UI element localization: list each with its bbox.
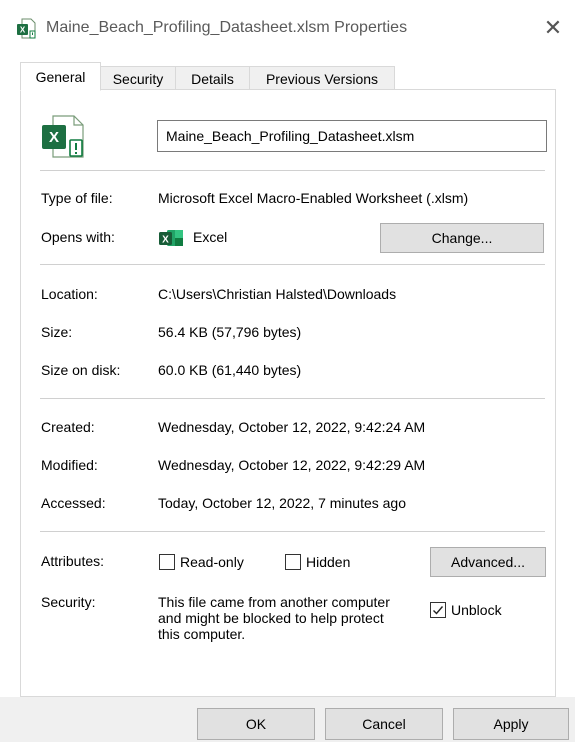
tab-previous-versions[interactable]: Previous Versions [249, 66, 395, 90]
tab-security[interactable]: Security [100, 66, 176, 90]
size-on-disk-value: 60.0 KB (61,440 bytes) [158, 362, 302, 378]
size-label: Size: [41, 324, 73, 340]
accessed-value: Today, October 12, 2022, 7 minutes ago [158, 495, 407, 511]
attributes-label: Attributes: [41, 553, 105, 569]
separator [40, 398, 545, 399]
size-value: 56.4 KB (57,796 bytes) [158, 324, 302, 340]
cancel-button-label: Cancel [362, 716, 406, 732]
excel-macro-file-icon: X [42, 115, 84, 158]
hidden-checkbox[interactable] [285, 554, 301, 570]
tab-details-label: Details [191, 70, 234, 87]
separator [40, 531, 545, 532]
security-message: This file came from another computer and… [158, 594, 428, 642]
security-message-line: and might be blocked to help protect [158, 610, 384, 626]
svg-text:X: X [20, 26, 26, 35]
readonly-label: Read-only [180, 554, 244, 570]
tab-previous-versions-label: Previous Versions [265, 70, 379, 87]
security-message-line: This file came from another computer [158, 594, 390, 610]
tab-details[interactable]: Details [175, 66, 250, 90]
advanced-button[interactable]: Advanced... [430, 547, 546, 577]
change-button-label: Change... [431, 230, 493, 246]
accessed-label: Accessed: [41, 495, 106, 511]
tab-general-label: General [35, 68, 86, 85]
checkmark-icon [433, 606, 444, 615]
cancel-button[interactable]: Cancel [325, 708, 443, 740]
type-of-file-value: Microsoft Excel Macro-Enabled Worksheet … [158, 190, 469, 206]
tab-general[interactable]: General [20, 62, 101, 91]
security-message-line: this computer. [158, 626, 246, 642]
unblock-checkbox[interactable] [430, 602, 446, 618]
modified-value: Wednesday, October 12, 2022, 9:42:29 AM [158, 457, 426, 473]
close-icon: ✕ [543, 15, 563, 40]
excel-app-icon: X [159, 230, 183, 246]
location-label: Location: [41, 286, 98, 302]
modified-label: Modified: [41, 457, 98, 473]
security-label: Security: [41, 594, 96, 610]
apply-button[interactable]: Apply [453, 708, 569, 740]
opens-with-value: Excel [193, 229, 228, 245]
ok-button[interactable]: OK [197, 708, 315, 740]
svg-text:X: X [49, 129, 59, 146]
apply-button-label: Apply [493, 716, 529, 732]
unblock-label: Unblock [451, 602, 502, 618]
size-on-disk-label: Size on disk: [41, 362, 121, 378]
svg-text:X: X [162, 235, 169, 246]
tab-security-label: Security [112, 70, 164, 87]
separator [40, 264, 545, 265]
advanced-button-label: Advanced... [451, 554, 525, 570]
ok-button-label: OK [245, 716, 267, 732]
readonly-checkbox[interactable] [159, 554, 175, 570]
created-label: Created: [41, 419, 95, 435]
excel-macro-file-icon: X [17, 18, 36, 39]
type-of-file-label: Type of file: [41, 190, 113, 206]
hidden-label: Hidden [306, 554, 351, 570]
separator [40, 170, 545, 171]
file-name-input[interactable] [157, 120, 547, 152]
title-bar: X Maine_Beach_Profiling_Datasheet.xlsm P… [0, 0, 575, 56]
location-value: C:\Users\Christian Halsted\Downloads [158, 286, 397, 302]
created-value: Wednesday, October 12, 2022, 9:42:24 AM [158, 419, 426, 435]
opens-with-label: Opens with: [41, 229, 115, 245]
close-button[interactable]: ✕ [537, 12, 569, 44]
window-title: Maine_Beach_Profiling_Datasheet.xlsm Pro… [46, 19, 408, 36]
change-button[interactable]: Change... [380, 223, 544, 253]
